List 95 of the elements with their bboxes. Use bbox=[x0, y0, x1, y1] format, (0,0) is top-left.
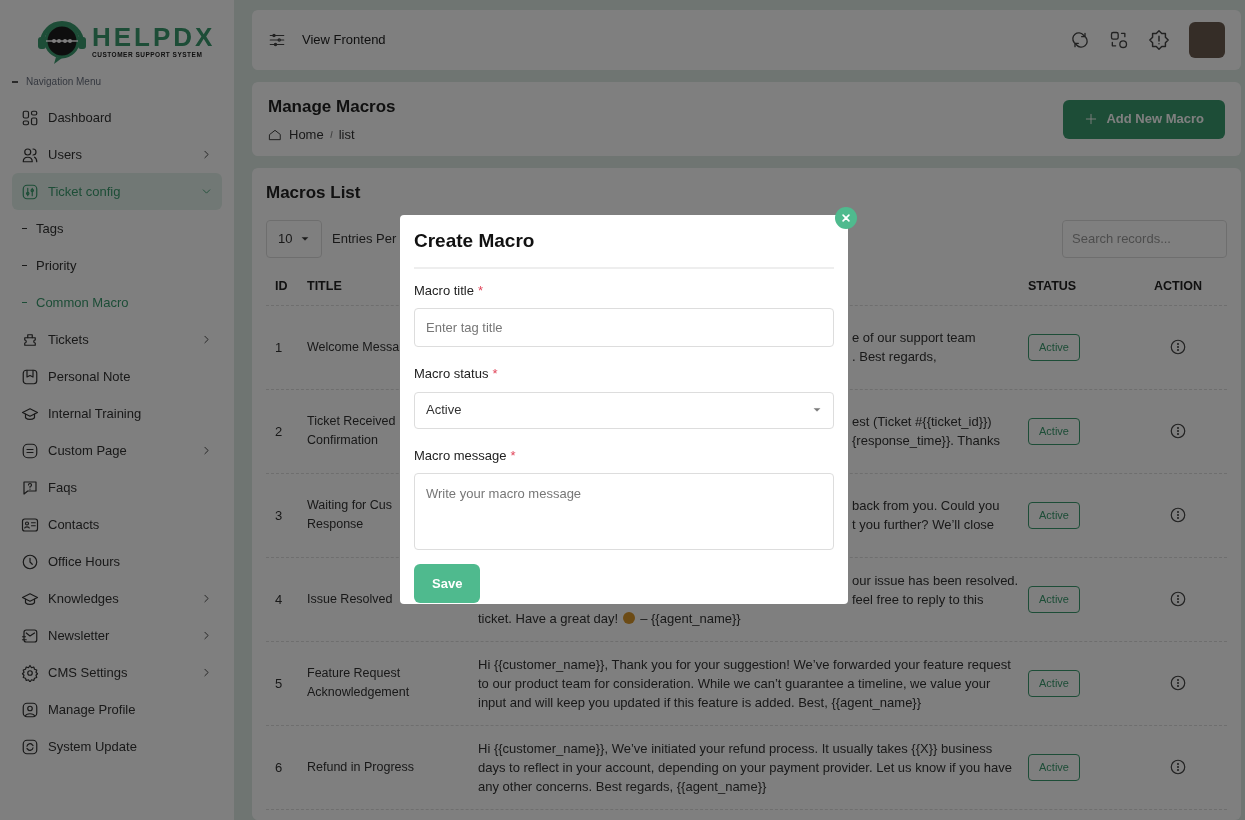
status-badge: Active bbox=[1028, 753, 1080, 781]
sync-icon bbox=[1070, 30, 1090, 50]
users-icon bbox=[21, 145, 39, 164]
table-cell-text: – {{agent_name}} bbox=[640, 609, 741, 628]
gear-icon bbox=[21, 663, 39, 682]
table-cell-text: 1 bbox=[274, 338, 284, 357]
sidebar-item[interactable]: Newsletter bbox=[12, 617, 222, 654]
status-badge: Active bbox=[1028, 333, 1080, 361]
sidebar-item[interactable]: Dashboard bbox=[12, 99, 222, 136]
sidebar-item[interactable]: Office Hours bbox=[12, 543, 222, 580]
status-badge: Active bbox=[1028, 417, 1080, 445]
page-icon bbox=[21, 441, 39, 460]
field-label: Macro title bbox=[414, 281, 474, 300]
entries-label: Entries Per bbox=[332, 229, 397, 248]
sliders-icon bbox=[21, 182, 39, 201]
status-badge: Active bbox=[1028, 501, 1080, 529]
menu-icon bbox=[268, 31, 286, 49]
text-field[interactable]: Enter tag title bbox=[414, 308, 834, 347]
status-badge: Active bbox=[1028, 669, 1080, 697]
sidebar-item[interactable]: Tickets bbox=[12, 321, 222, 358]
table-cell-text: our issue has been resolved. feel free to reply to this bbox=[852, 571, 1019, 609]
table-cell-text: e of our support team . Best regards, bbox=[852, 329, 976, 366]
table-cell-text: back from you. Could you t you further? We’ll close bbox=[852, 497, 1000, 534]
sidebar-item[interactable]: CMS Settings bbox=[12, 654, 222, 691]
column-header: ID bbox=[275, 278, 288, 293]
more-options-icon[interactable] bbox=[1169, 674, 1187, 692]
more-options-icon[interactable] bbox=[1169, 338, 1187, 356]
sidebar-item[interactable]: Manage Profile bbox=[12, 691, 222, 728]
sidebar-item[interactable]: Knowledges bbox=[12, 580, 222, 617]
mail-icon bbox=[21, 626, 39, 645]
logo-name: HELPDX bbox=[92, 24, 216, 51]
sidebar-item[interactable]: Faqs bbox=[12, 469, 222, 506]
section-label: Navigation Menu bbox=[26, 75, 102, 89]
table-cell-text: 6 bbox=[274, 758, 284, 777]
sidebar-item[interactable]: Personal Note bbox=[12, 358, 222, 395]
headset-logo-icon bbox=[36, 19, 88, 65]
card-title: Macros List bbox=[266, 182, 362, 204]
refresh-icon bbox=[21, 737, 39, 756]
more-options-icon[interactable] bbox=[1169, 758, 1187, 776]
sidebar-item[interactable]: Contacts bbox=[12, 506, 222, 543]
column-header: STATUS bbox=[1028, 278, 1077, 293]
submenu-item[interactable]: Priority bbox=[12, 247, 222, 284]
avatar-photo-placeholder[interactable] bbox=[1189, 22, 1225, 58]
table-cell-text: Issue Resolved bbox=[307, 591, 393, 608]
question-bubble-icon bbox=[21, 478, 39, 497]
message-field[interactable]: Write your macro message bbox=[414, 473, 834, 550]
table-cell-text: 4 bbox=[274, 590, 284, 609]
page-title: Manage Macros bbox=[268, 95, 396, 118]
sidebar-item[interactable]: System Update bbox=[12, 728, 222, 765]
breadcrumb-link[interactable]: Home bbox=[289, 125, 324, 145]
more-options-icon[interactable] bbox=[1169, 422, 1187, 440]
status-badge: Active bbox=[1028, 585, 1080, 613]
table-cell-text: Welcome Messa bbox=[307, 339, 400, 356]
table-cell-text: Hi {{customer_name}}, Thank you for your suggestion! We’ve forwarded your feature request to our product team for consideration. While we can’t guarantee a timeline, we value your input and will keep you updated if this feature is added. Best, {{agent_name}} bbox=[478, 655, 1012, 712]
save-button[interactable]: Save bbox=[414, 564, 481, 603]
submenu-item[interactable]: Common Macro bbox=[12, 284, 222, 321]
dialog-title: Create Macro bbox=[414, 227, 834, 269]
more-options-icon[interactable] bbox=[1169, 590, 1187, 608]
alert-badge-icon bbox=[1148, 29, 1170, 51]
status-select[interactable]: Active bbox=[414, 391, 834, 429]
required-mark: * bbox=[492, 365, 498, 383]
table-cell-text: 3 bbox=[274, 506, 284, 525]
more-options-icon[interactable] bbox=[1169, 506, 1187, 524]
table-cell-text: Ticket Received Confirmation bbox=[307, 413, 396, 449]
add-new-macro-button[interactable]: Add New Macro bbox=[1063, 99, 1225, 139]
profile-icon bbox=[21, 700, 39, 719]
column-header: TITLE bbox=[307, 278, 342, 293]
clock-icon bbox=[21, 552, 39, 571]
sidebar-item[interactable]: Internal Training bbox=[12, 395, 222, 432]
sidebar-item[interactable]: Users bbox=[12, 136, 222, 173]
home-icon bbox=[268, 127, 282, 142]
plus-icon bbox=[1084, 112, 1099, 126]
table-cell-text: Feature Request Acknowledgement bbox=[307, 665, 410, 701]
table-cell-text: Refund in Progress bbox=[307, 759, 414, 776]
required-mark: * bbox=[477, 281, 484, 300]
entries-select[interactable]: 10 bbox=[266, 219, 322, 258]
sidebar-item[interactable]: Custom Page bbox=[12, 432, 222, 469]
table-cell-text: Hi {{customer_name}}, We’ve initiated your refund process. It usually takes {{X}} business days to reflect in your account, depending on your payment provider. Let us know if you have any other concerns. Best regards, {{agent_name}} bbox=[478, 739, 1014, 796]
view-frontend-link[interactable]: View Frontend bbox=[302, 30, 386, 50]
caret-down-icon bbox=[812, 405, 822, 415]
column-header: ACTION bbox=[1154, 278, 1202, 293]
contact-card-icon bbox=[21, 515, 39, 534]
table-cell-text: Waiting for Cus Response bbox=[307, 497, 392, 533]
submenu-item[interactable]: Tags bbox=[12, 210, 222, 247]
close-icon bbox=[841, 213, 851, 223]
note-icon bbox=[21, 367, 39, 386]
dashboard-icon bbox=[21, 108, 39, 127]
field-label: Macro status bbox=[414, 365, 489, 383]
table-cell-text: 2 bbox=[274, 422, 284, 441]
table-cell-text: est (Ticket #{{ticket_id}}) {response_time}}. Thanks bbox=[852, 413, 1000, 450]
breadcrumb-link[interactable]: list bbox=[338, 125, 355, 145]
table-cell-text: ticket. Have a great day! bbox=[478, 609, 619, 628]
field-label: Macro message bbox=[414, 446, 507, 465]
table-cell-text: 5 bbox=[274, 674, 284, 693]
required-mark: * bbox=[510, 446, 516, 465]
